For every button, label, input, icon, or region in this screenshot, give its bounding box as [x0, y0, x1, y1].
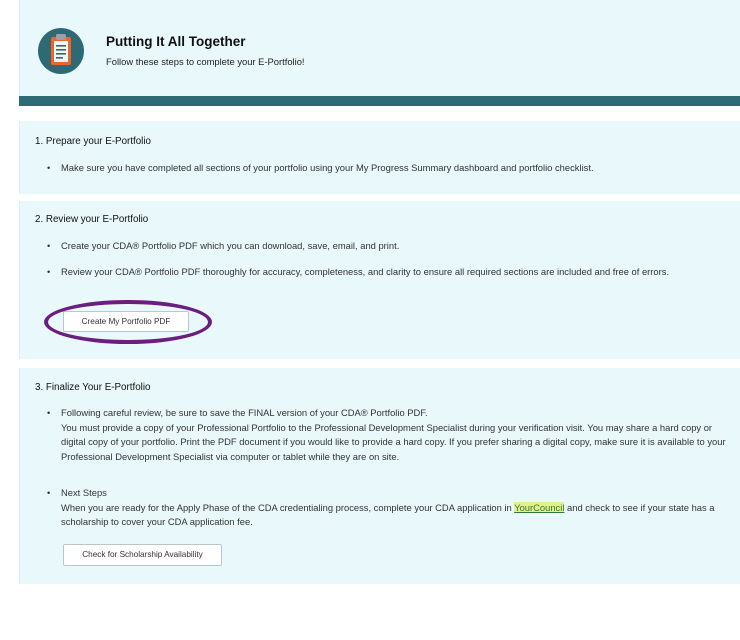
list-item: • Make sure you have completed all secti… [47, 162, 594, 173]
section-title: 3. Finalize Your E-Portfolio [35, 382, 151, 393]
section-prepare: 1. Prepare your E-Portfolio • Make sure … [19, 121, 740, 194]
check-scholarship-button[interactable]: Check for Scholarship Availability [63, 544, 222, 566]
header-divider-bar [19, 96, 740, 106]
yourcouncil-link[interactable]: YourCouncil [514, 501, 565, 513]
section-title: 2. Review your E-Portfolio [35, 214, 149, 225]
list-item: • Review your CDA® Portfolio PDF thoroug… [47, 266, 670, 277]
section-finalize: 3. Finalize Your E-Portfolio • Following… [19, 368, 740, 584]
section-title: 1. Prepare your E-Portfolio [35, 136, 151, 147]
clipboard-icon [38, 28, 84, 74]
list-item: • Next Steps When you are ready for the … [47, 487, 715, 527]
list-item: • Following careful review, be sure to s… [47, 407, 726, 462]
list-item: • Create your CDA® Portfolio PDF which y… [47, 240, 400, 251]
highlight-annotation-ring [44, 300, 212, 344]
page-subtitle: Follow these steps to complete your E-Po… [106, 56, 305, 67]
page-title: Putting It All Together [106, 34, 246, 49]
